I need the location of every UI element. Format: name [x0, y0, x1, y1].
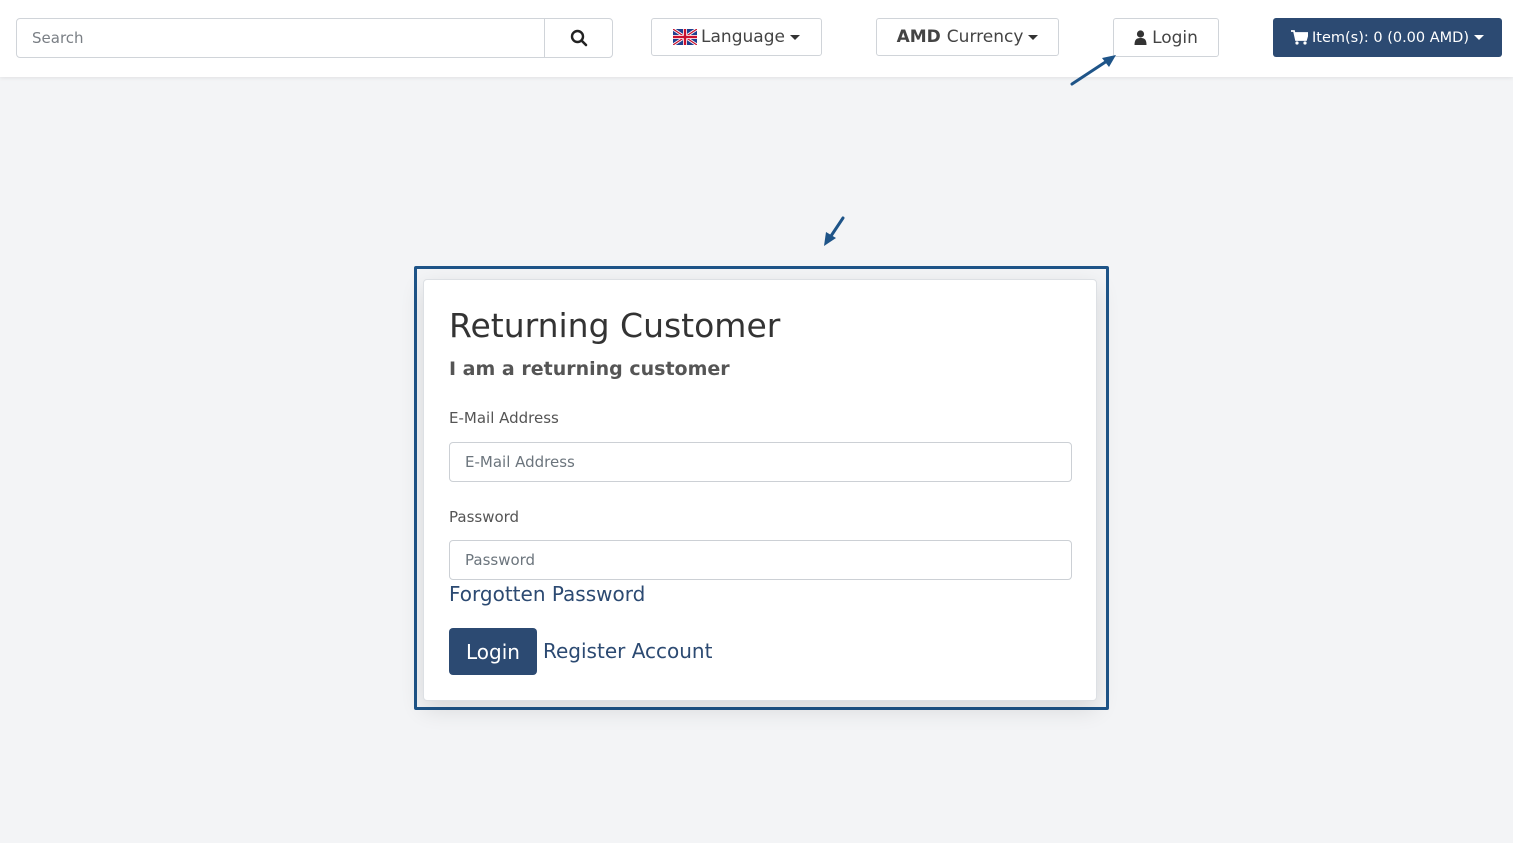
login-button[interactable]: Login [449, 628, 537, 675]
annotation-arrow-login [1070, 55, 1116, 86]
search-group [16, 18, 613, 58]
email-field[interactable] [449, 442, 1072, 482]
cart-dropdown[interactable]: Item(s): 0 (0.00 AMD) [1273, 18, 1502, 57]
header-login-button[interactable]: Login [1113, 18, 1219, 57]
shopping-cart-icon [1290, 30, 1308, 45]
currency-code: AMD [896, 27, 941, 47]
forgotten-password-link[interactable]: Forgotten Password [449, 582, 645, 606]
search-button[interactable] [544, 19, 612, 57]
register-account-link[interactable]: Register Account [543, 639, 712, 663]
header-login-label: Login [1152, 27, 1198, 48]
top-bar: Language AMD Currency Login Item(s): 0 (… [0, 0, 1513, 77]
currency-dropdown[interactable]: AMD Currency [876, 18, 1059, 56]
uk-flag-icon [673, 29, 698, 45]
email-label: E-Mail Address [449, 409, 559, 427]
language-dropdown[interactable]: Language [651, 18, 822, 56]
caret-down-icon [1028, 34, 1039, 40]
caret-down-icon [789, 34, 800, 40]
login-card: Returning Customer I am a returning cust… [423, 279, 1097, 701]
search-input[interactable] [17, 19, 544, 57]
card-title: Returning Customer [449, 306, 781, 345]
card-subtitle: I am a returning customer [449, 358, 730, 380]
cart-label: Item(s): 0 (0.00 AMD) [1311, 29, 1469, 46]
caret-down-icon [1474, 35, 1484, 40]
language-label: Language [701, 27, 785, 47]
currency-label: Currency [946, 27, 1024, 47]
password-field[interactable] [449, 540, 1072, 580]
annotation-arrow-panel [824, 216, 845, 246]
user-icon [1134, 30, 1147, 45]
password-label: Password [449, 508, 520, 526]
search-icon [570, 29, 587, 47]
